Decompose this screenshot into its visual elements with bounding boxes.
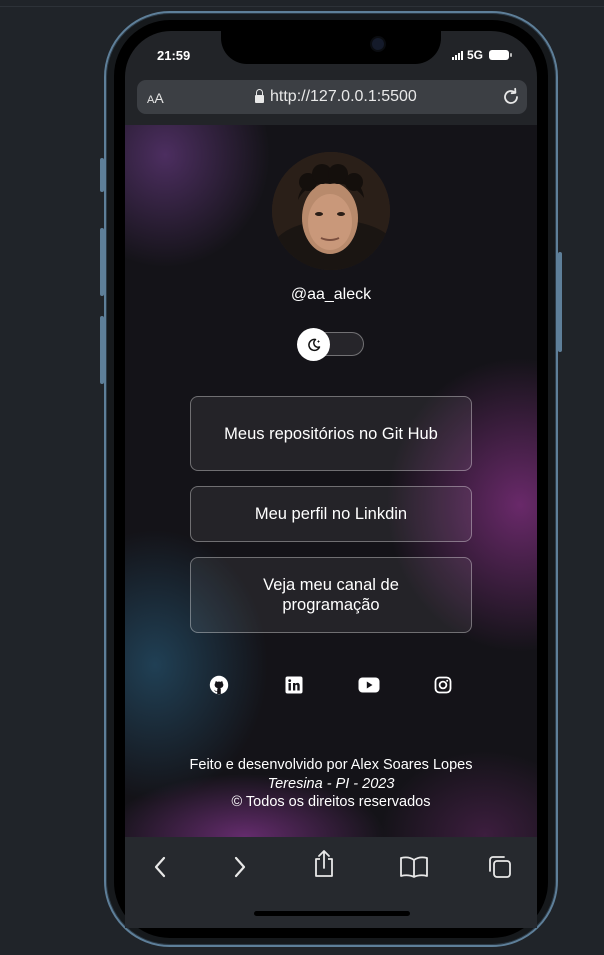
instagram-icon xyxy=(434,676,452,694)
mute-switch xyxy=(100,158,104,192)
forward-icon[interactable] xyxy=(230,852,250,882)
reload-icon[interactable] xyxy=(500,86,522,108)
notch xyxy=(221,20,441,64)
footer-location: Teresina - PI - 2023 xyxy=(267,776,395,792)
theme-toggle-knob[interactable] xyxy=(297,328,330,361)
lock-icon xyxy=(255,89,264,103)
profile-avatar xyxy=(272,152,390,270)
status-indicators: 5G xyxy=(452,48,513,62)
divider xyxy=(0,6,604,7)
linkedin-profile-link-label: Meu perfil no Linkdin xyxy=(254,505,408,523)
instagram-link[interactable] xyxy=(433,675,453,695)
footer-copyright: © Todos os direitos reservados xyxy=(231,794,431,810)
home-indicator[interactable] xyxy=(254,911,410,916)
volume-down-button xyxy=(100,316,104,384)
network-label: 5G xyxy=(467,48,484,62)
programming-channel-link-label: Veja meu canal de programação xyxy=(263,576,399,614)
bookmarks-icon[interactable] xyxy=(399,855,429,879)
youtube-icon xyxy=(358,677,380,693)
text-size-button[interactable]: AA xyxy=(147,90,164,106)
youtube-link[interactable] xyxy=(358,675,380,695)
page-content: @aa_aleck Meus repositórios no Git Hub M… xyxy=(125,125,537,837)
tabs-icon[interactable] xyxy=(487,854,513,880)
linkedin-link[interactable] xyxy=(284,675,304,695)
github-link[interactable] xyxy=(209,675,229,695)
back-icon[interactable] xyxy=(150,852,170,882)
github-repos-link[interactable]: Meus repositórios no Git Hub xyxy=(190,396,472,471)
github-icon xyxy=(209,675,229,695)
linkedin-profile-link[interactable]: Meu perfil no Linkdin xyxy=(190,486,472,542)
volume-up-button xyxy=(100,228,104,296)
signal-icon xyxy=(452,50,463,60)
programming-channel-link[interactable]: Veja meu canal de programação xyxy=(190,557,472,633)
moon-icon xyxy=(307,338,320,351)
url-display[interactable]: http://127.0.0.1:5500 xyxy=(255,88,417,106)
profile-username: @aa_aleck xyxy=(290,286,372,303)
camera xyxy=(372,38,384,50)
status-time: 21:59 xyxy=(157,48,191,63)
github-repos-link-label: Meus repositórios no Git Hub xyxy=(224,424,438,443)
linkedin-icon xyxy=(285,676,303,694)
text-size-large-label: A xyxy=(154,90,164,106)
desktop-background: 21:59 5G AA http://127.0.0.1:5500 @aa_al… xyxy=(0,0,604,955)
battery-icon xyxy=(489,50,513,60)
avatar-portrait xyxy=(272,152,390,270)
share-icon[interactable] xyxy=(312,848,336,880)
power-button xyxy=(558,252,562,352)
footer-credit: Feito e desenvolvido por Alex Soares Lop… xyxy=(189,757,473,773)
url-text: http://127.0.0.1:5500 xyxy=(270,88,417,105)
